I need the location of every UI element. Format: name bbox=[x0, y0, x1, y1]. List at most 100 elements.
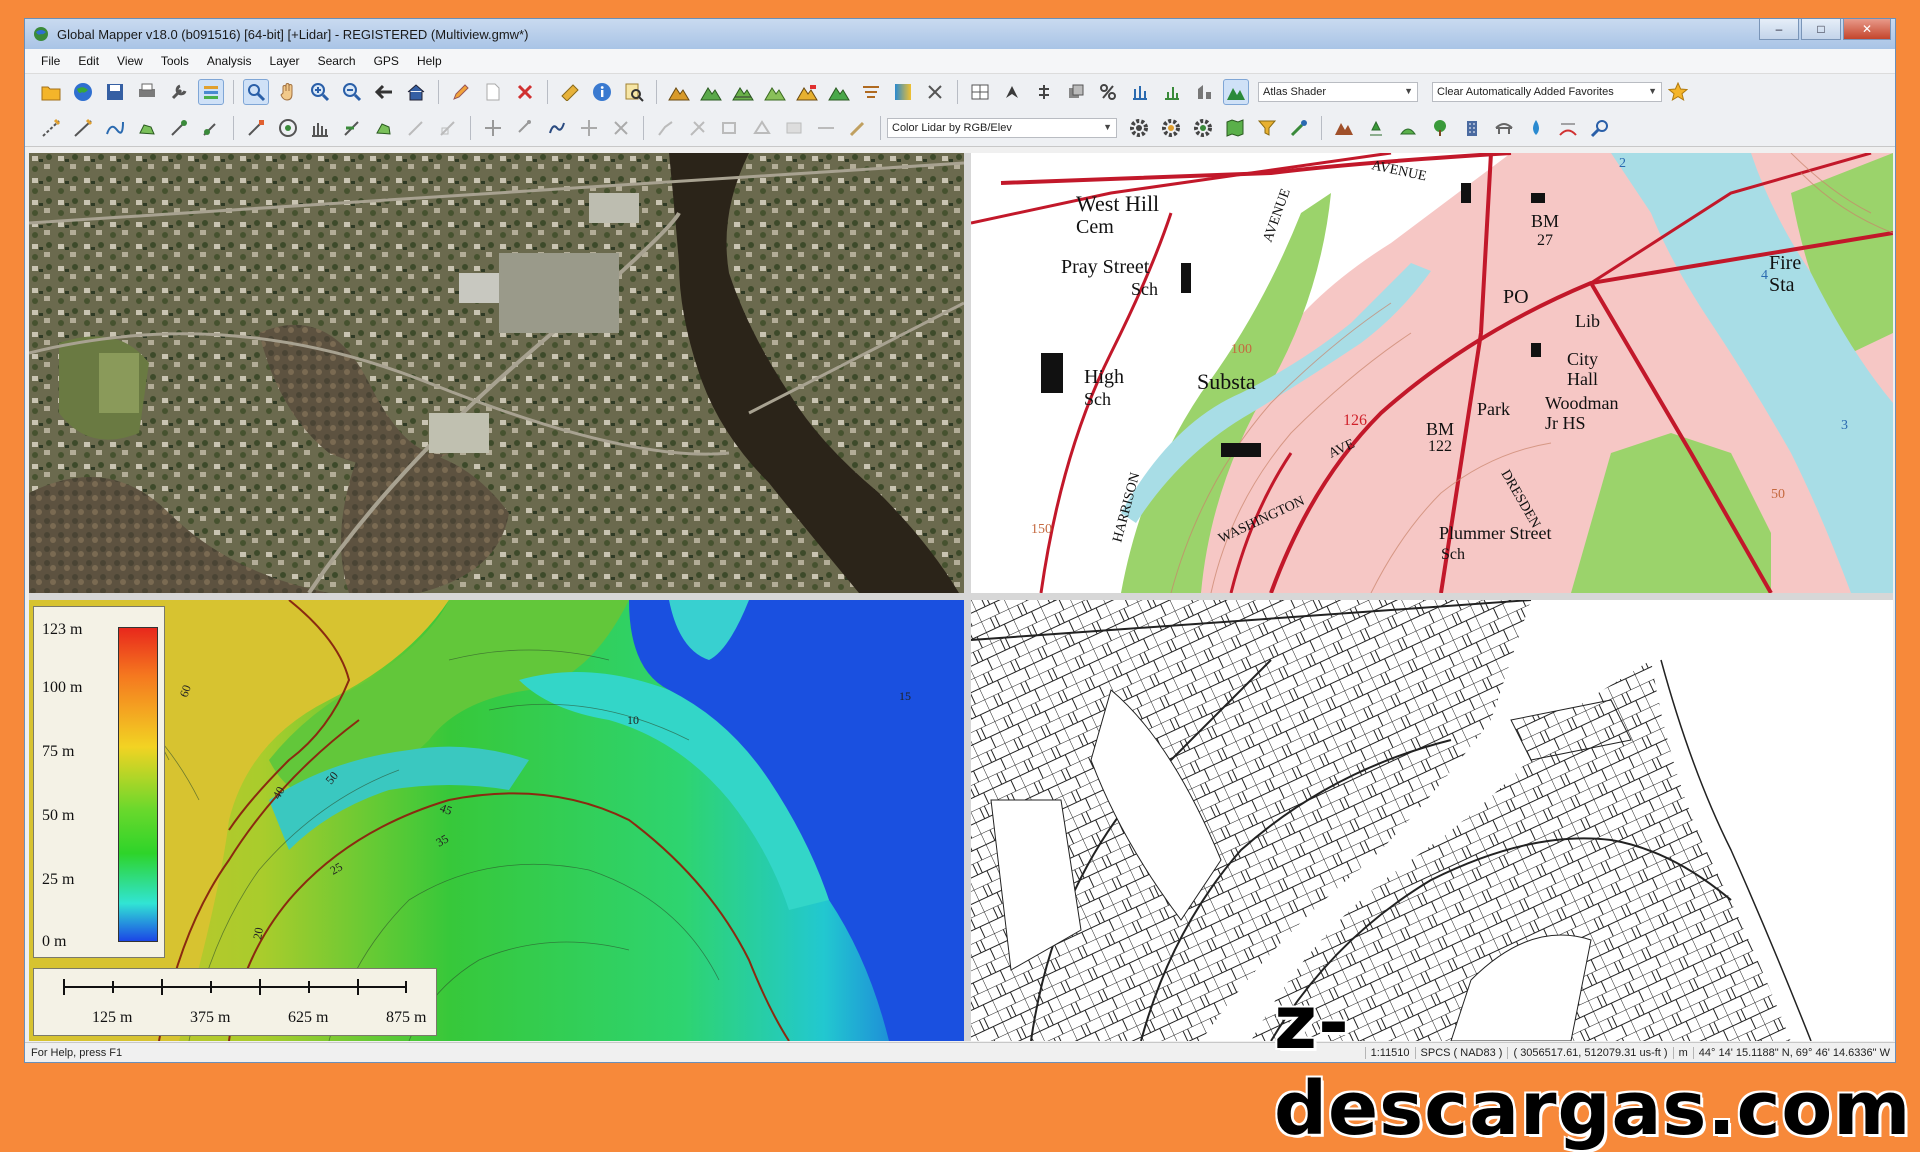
draw-curve-icon[interactable] bbox=[102, 115, 128, 141]
raster-calc-icon[interactable] bbox=[890, 79, 916, 105]
layer-stack-icon[interactable] bbox=[1063, 79, 1089, 105]
globe-data-icon[interactable] bbox=[70, 79, 96, 105]
menu-tools[interactable]: Tools bbox=[152, 54, 198, 68]
print-icon[interactable] bbox=[134, 79, 160, 105]
digitizer-pencil-icon[interactable] bbox=[448, 79, 474, 105]
building-icon[interactable] bbox=[1459, 115, 1485, 141]
chevron-down-icon: ▼ bbox=[1648, 86, 1657, 96]
disabled-tool-icon-1[interactable] bbox=[403, 115, 429, 141]
grid-measure-icon[interactable] bbox=[307, 115, 333, 141]
menu-layer[interactable]: Layer bbox=[261, 54, 309, 68]
draw-area-icon[interactable] bbox=[134, 115, 160, 141]
rotate-icon[interactable] bbox=[512, 115, 538, 141]
back-arrow-icon[interactable] bbox=[371, 79, 397, 105]
search-features-icon[interactable] bbox=[621, 79, 647, 105]
vegetation-high-icon[interactable] bbox=[1427, 115, 1453, 141]
delete-x-icon[interactable] bbox=[512, 79, 538, 105]
topographic-map-view[interactable]: West Hill Cem Pray Street Sch High Sch S… bbox=[971, 153, 1893, 593]
terrain-analysis-icon-6[interactable] bbox=[826, 79, 852, 105]
lidar-filter-icon[interactable] bbox=[1254, 115, 1280, 141]
shader-select[interactable]: Atlas Shader ▼ bbox=[1258, 82, 1418, 102]
crop-tool-icon[interactable] bbox=[922, 79, 948, 105]
blank-page-icon[interactable] bbox=[480, 79, 506, 105]
reshape-icon[interactable] bbox=[544, 115, 570, 141]
split-line-icon[interactable] bbox=[339, 115, 365, 141]
menu-gps[interactable]: GPS bbox=[365, 54, 408, 68]
menu-view[interactable]: View bbox=[108, 54, 152, 68]
control-center-icon[interactable] bbox=[198, 79, 224, 105]
gps-tool-icon[interactable] bbox=[999, 79, 1025, 105]
ground-icon[interactable] bbox=[1331, 115, 1357, 141]
home-icon[interactable] bbox=[403, 79, 429, 105]
lidar-mountain-icon[interactable] bbox=[1223, 79, 1249, 105]
contour-generate-icon[interactable] bbox=[858, 79, 884, 105]
vegetation-low-icon[interactable] bbox=[1363, 115, 1389, 141]
zoom-tool-icon[interactable] bbox=[243, 79, 269, 105]
terrain-analysis-icon-2[interactable] bbox=[698, 79, 724, 105]
disabled-tool-icon-8[interactable] bbox=[813, 115, 839, 141]
draw-point-icon[interactable] bbox=[166, 115, 192, 141]
lidar-tool-icon-3[interactable] bbox=[1191, 79, 1217, 105]
title-bar[interactable]: Global Mapper v18.0 (b091516) [64-bit] [… bbox=[25, 19, 1895, 49]
disabled-tool-icon-6[interactable] bbox=[749, 115, 775, 141]
lidar-classify-icon[interactable] bbox=[1286, 115, 1312, 141]
lidar-color-select-value: Color Lidar by RGB/Elev bbox=[892, 122, 1012, 134]
close-button[interactable]: ✕ bbox=[1843, 19, 1891, 40]
edit-vertex-icon[interactable] bbox=[243, 115, 269, 141]
draw-line-icon-1[interactable] bbox=[38, 115, 64, 141]
zoom-in-icon[interactable] bbox=[307, 79, 333, 105]
open-folder-icon[interactable] bbox=[38, 79, 64, 105]
feature-info-icon[interactable] bbox=[589, 79, 615, 105]
terrain-analysis-icon-1[interactable] bbox=[666, 79, 692, 105]
terrain-analysis-icon-4[interactable] bbox=[762, 79, 788, 105]
elevation-view[interactable]: 60 50 40 10 45 35 25 20 15 123 m 100 m 7… bbox=[29, 600, 964, 1041]
legend-label: 0 m bbox=[42, 933, 67, 950]
save-icon[interactable] bbox=[102, 79, 128, 105]
lidar-settings-gear-icon-3[interactable] bbox=[1190, 115, 1216, 141]
disabled-tool-icon-7[interactable] bbox=[781, 115, 807, 141]
bridge-icon[interactable] bbox=[1491, 115, 1517, 141]
disabled-tool-icon-3[interactable] bbox=[653, 115, 679, 141]
favorites-select[interactable]: Clear Automatically Added Favorites ▼ bbox=[1432, 82, 1662, 102]
water-drop-icon[interactable] bbox=[1523, 115, 1549, 141]
measure-ruler-icon[interactable] bbox=[557, 79, 583, 105]
aerial-imagery-view[interactable] bbox=[29, 153, 964, 593]
maximize-button[interactable]: □ bbox=[1801, 19, 1841, 40]
menu-analysis[interactable]: Analysis bbox=[198, 54, 261, 68]
parcel-vector-view[interactable] bbox=[971, 600, 1893, 1041]
target-icon[interactable] bbox=[275, 115, 301, 141]
move-vertex-icon[interactable] bbox=[480, 115, 506, 141]
menu-file[interactable]: File bbox=[25, 54, 69, 68]
favorites-star-icon[interactable] bbox=[1665, 79, 1691, 105]
lidar-search-icon[interactable] bbox=[1587, 115, 1613, 141]
terrain-analysis-icon-3[interactable] bbox=[730, 79, 756, 105]
disabled-tool-icon-5[interactable] bbox=[717, 115, 743, 141]
menu-edit[interactable]: Edit bbox=[69, 54, 108, 68]
lidar-settings-gear-icon-1[interactable] bbox=[1126, 115, 1152, 141]
powerline-icon[interactable] bbox=[1555, 115, 1581, 141]
lidar-map-icon[interactable] bbox=[1222, 115, 1248, 141]
vegetation-med-icon[interactable] bbox=[1395, 115, 1421, 141]
terrain-analysis-icon-5[interactable] bbox=[794, 79, 820, 105]
lidar-tool-icon-1[interactable] bbox=[1127, 79, 1153, 105]
draw-line-icon-2[interactable] bbox=[70, 115, 96, 141]
join-area-icon[interactable] bbox=[371, 115, 397, 141]
zoom-out-icon[interactable] bbox=[339, 79, 365, 105]
disabled-tool-icon-4[interactable] bbox=[685, 115, 711, 141]
pan-hand-icon[interactable] bbox=[275, 79, 301, 105]
config-wrench-icon[interactable] bbox=[166, 79, 192, 105]
minimize-button[interactable]: – bbox=[1759, 19, 1799, 40]
draw-pen-icon[interactable] bbox=[198, 115, 224, 141]
scissor-icon[interactable] bbox=[608, 115, 634, 141]
disabled-tool-icon-2[interactable] bbox=[435, 115, 461, 141]
menu-search[interactable]: Search bbox=[309, 54, 365, 68]
lidar-tool-icon-2[interactable] bbox=[1159, 79, 1185, 105]
crosshair-icon[interactable] bbox=[576, 115, 602, 141]
percent-tool-icon[interactable] bbox=[1095, 79, 1121, 105]
menu-help[interactable]: Help bbox=[408, 54, 451, 68]
lidar-color-select[interactable]: Color Lidar by RGB/Elev ▼ bbox=[887, 118, 1117, 138]
split-view-icon[interactable] bbox=[967, 79, 993, 105]
lidar-settings-gear-icon-2[interactable] bbox=[1158, 115, 1184, 141]
brush-icon[interactable] bbox=[845, 115, 871, 141]
path-profile-icon[interactable] bbox=[1031, 79, 1057, 105]
